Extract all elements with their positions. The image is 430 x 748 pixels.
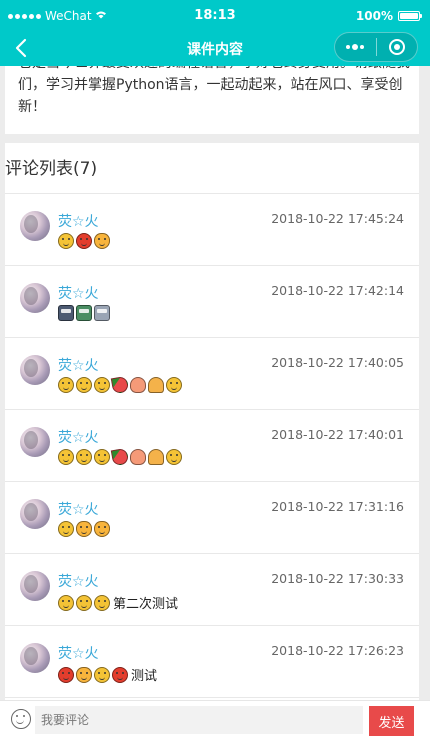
comment-username[interactable]: 荧☆火 [58, 571, 99, 591]
comment-item: 荧☆火 2018-10-22 17:40:01 [5, 410, 419, 482]
comment-item: 荧☆火 2018-10-22 17:45:24 [5, 194, 419, 266]
comment-item: 荧☆火 2018-10-22 17:26:23 测试 [5, 626, 419, 698]
nav-bar: 课件内容 [0, 30, 430, 66]
comment-username[interactable]: 荧☆火 [58, 643, 99, 663]
melon-emoji-icon [110, 447, 130, 467]
face-emoji-icon [58, 449, 74, 465]
comment-item: 荧☆火 2018-10-22 17:30:33 第二次测试 [5, 554, 419, 626]
peach-emoji-icon [130, 377, 146, 393]
avatar [20, 355, 50, 385]
comment-timestamp: 2018-10-22 17:45:24 [271, 211, 404, 226]
peach-emoji-icon [130, 449, 146, 465]
battery-indicator: 100% [355, 9, 422, 23]
angry-emoji-icon [76, 233, 92, 249]
face-emoji-icon [76, 594, 92, 611]
face-emoji-icon [94, 594, 110, 611]
face-emoji-icon [94, 666, 110, 683]
comment-username[interactable]: 荧☆火 [58, 427, 99, 447]
melon-emoji-icon [110, 375, 130, 395]
comment-timestamp: 2018-10-22 17:30:33 [271, 571, 404, 586]
pray-emoji-icon [148, 449, 164, 465]
course-intro-card: 它是当今世界最受欢迎的编程语言，学好它终身受用。请跟随我们，学习并掌握Pytho… [5, 66, 419, 134]
face-emoji-icon [58, 594, 74, 611]
comment-item: 荧☆火 2018-10-22 17:31:16 [5, 482, 419, 554]
comment-input-bar: 发送 [0, 700, 430, 748]
avatar [20, 283, 50, 313]
face-emoji-icon [58, 377, 74, 393]
status-bar: WeChat 18:13 100% [0, 0, 430, 30]
comment-text: 测试 [131, 669, 158, 684]
comment-list: 评论列表(7) 荧☆火 2018-10-22 17:45:24 荧☆火 2018-10… [5, 143, 419, 703]
avatar [20, 643, 50, 673]
comment-timestamp: 2018-10-22 17:40:01 [271, 427, 404, 442]
comment-content [58, 447, 182, 467]
face-emoji-icon [166, 449, 182, 465]
avatar [20, 499, 50, 529]
comment-timestamp: 2018-10-22 17:31:16 [271, 499, 404, 514]
comment-input[interactable] [35, 706, 363, 734]
face-emoji-icon [76, 449, 92, 465]
comment-content: 第二次测试 [58, 593, 178, 612]
more-dots-icon[interactable] [335, 44, 376, 50]
comment-content [58, 233, 110, 249]
angry-emoji-icon [112, 666, 128, 683]
cat-emoji-icon [94, 521, 110, 537]
rail-emoji-icon [76, 305, 92, 321]
face-emoji-icon [166, 377, 182, 393]
comment-timestamp: 2018-10-22 17:42:14 [271, 283, 404, 298]
cat-emoji-icon [94, 233, 110, 249]
comment-content: 测试 [58, 665, 157, 684]
avatar [20, 427, 50, 457]
course-intro-text: 它是当今世界最受欢迎的编程语言，学好它终身受用。请跟随我们，学习并掌握Pytho… [18, 66, 410, 115]
mini-program-capsule [334, 32, 418, 62]
pray-emoji-icon [148, 377, 164, 393]
battery-percent: 100% [355, 9, 393, 23]
avatar [20, 211, 50, 241]
comment-username[interactable]: 荧☆火 [58, 499, 99, 519]
face-emoji-icon [76, 377, 92, 393]
cat-emoji-icon [76, 521, 92, 537]
face-emoji-icon [94, 449, 110, 465]
comment-content [58, 521, 110, 537]
comment-username[interactable]: 荧☆火 [58, 283, 99, 303]
angry-emoji-icon [58, 666, 74, 683]
comment-item: 荧☆火 2018-10-22 17:42:14 [5, 266, 419, 338]
comment-list-title: 评论列表(7) [5, 143, 419, 194]
avatar [20, 571, 50, 601]
send-button[interactable]: 发送 [369, 706, 414, 736]
bus-emoji-icon [94, 305, 110, 321]
close-mini-program-icon[interactable] [376, 39, 417, 55]
comment-text: 第二次测试 [113, 597, 179, 612]
comment-items: 荧☆火 2018-10-22 17:45:24 荧☆火 2018-10-22 17:4… [5, 194, 419, 698]
face-emoji-icon [94, 377, 110, 393]
comment-username[interactable]: 荧☆火 [58, 211, 99, 231]
battery-icon [398, 11, 422, 21]
face-emoji-icon [58, 233, 74, 249]
comment-item: 荧☆火 2018-10-22 17:40:05 [5, 338, 419, 410]
emoji-picker-icon[interactable] [11, 709, 31, 729]
cat-emoji-icon [76, 666, 92, 683]
comment-username[interactable]: 荧☆火 [58, 355, 99, 375]
comment-timestamp: 2018-10-22 17:40:05 [271, 355, 404, 370]
face-emoji-icon [58, 521, 74, 537]
comment-timestamp: 2018-10-22 17:26:23 [271, 643, 404, 658]
train-emoji-icon [58, 305, 74, 321]
comment-content [58, 375, 182, 395]
comment-content [58, 305, 110, 321]
